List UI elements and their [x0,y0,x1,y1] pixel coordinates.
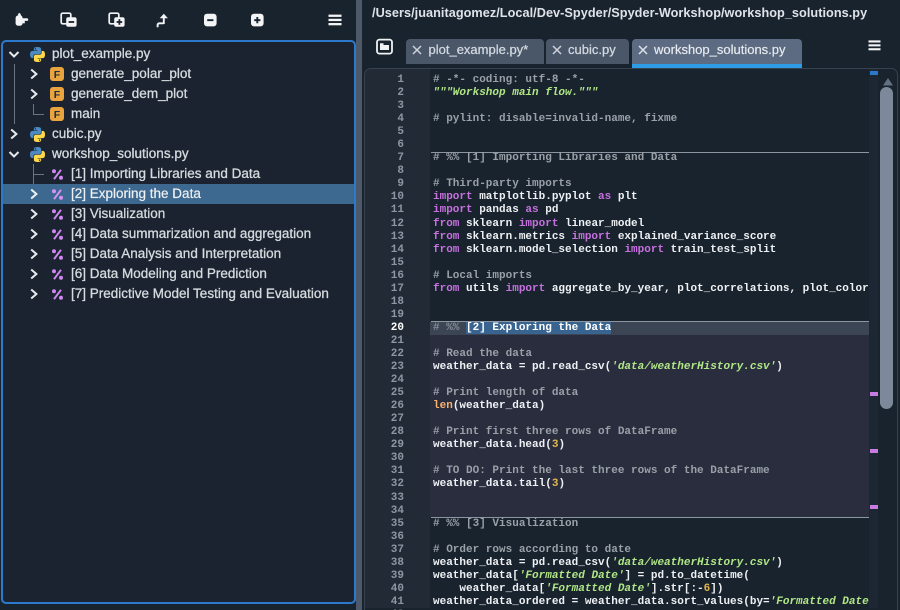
svg-text:F: F [54,109,61,121]
svg-text:F: F [54,69,61,81]
svg-text:F: F [54,89,61,101]
